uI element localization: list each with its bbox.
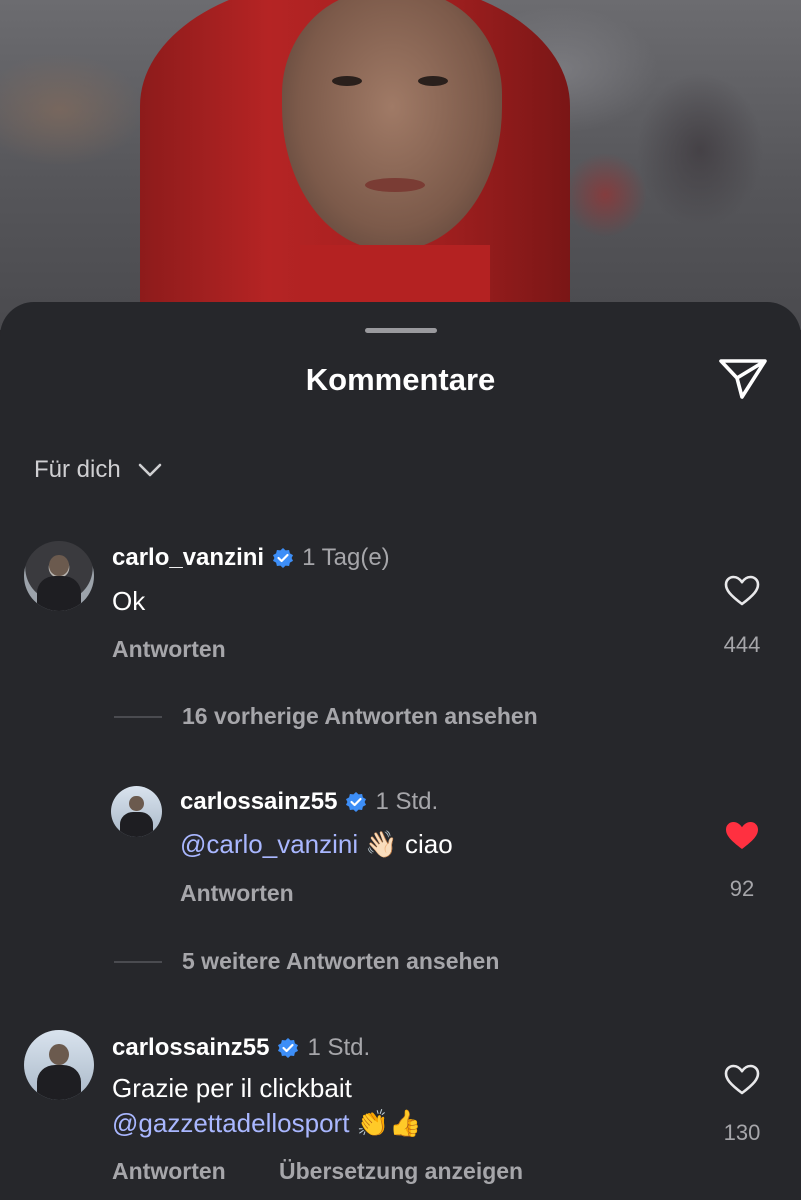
reply-button[interactable]: Antworten bbox=[180, 880, 294, 907]
sort-label: Für dich bbox=[34, 456, 121, 483]
mention-link[interactable]: @carlo_vanzini bbox=[180, 829, 358, 859]
sheet-drag-handle[interactable] bbox=[365, 328, 437, 333]
paper-plane-icon[interactable] bbox=[718, 357, 768, 401]
wave-emoji: 👋🏻 bbox=[365, 830, 398, 860]
view-more-replies[interactable]: 5 weitere Antworten ansehen bbox=[114, 948, 499, 975]
reply-button[interactable]: Antworten bbox=[112, 636, 226, 663]
comment-header: carlo_vanzini 1 Tag(e) bbox=[112, 544, 390, 572]
comment-time: 1 Tag(e) bbox=[302, 544, 390, 571]
avatar[interactable] bbox=[24, 541, 94, 611]
heart-icon-liked[interactable] bbox=[724, 820, 760, 852]
comment-header: carlossainz55 1 Std. bbox=[112, 1034, 370, 1062]
comment-text: Ok bbox=[112, 586, 146, 616]
comment-text-body: Grazie per il clickbait bbox=[112, 1073, 352, 1103]
username[interactable]: carlo_vanzini bbox=[112, 544, 264, 572]
username[interactable]: carlossainz55 bbox=[180, 788, 337, 816]
clap-thumbs-emoji: 👏👍 bbox=[356, 1109, 422, 1139]
comment-header: carlossainz55 1 Std. bbox=[180, 788, 438, 816]
verified-badge-icon bbox=[273, 548, 294, 568]
sheet-title: Kommentare bbox=[305, 362, 496, 397]
username[interactable]: carlossainz55 bbox=[112, 1034, 269, 1062]
translate-button[interactable]: Übersetzung anzeigen bbox=[279, 1158, 523, 1185]
verified-badge-icon bbox=[278, 1038, 299, 1058]
heart-icon[interactable] bbox=[724, 1064, 760, 1096]
like-count: 130 bbox=[723, 1120, 761, 1145]
sort-dropdown[interactable]: Für dich bbox=[34, 456, 163, 484]
comment-text-body: ciao bbox=[404, 829, 453, 859]
view-more-replies-label: 5 weitere Antworten ansehen bbox=[182, 948, 500, 974]
comments-sheet bbox=[0, 302, 801, 1200]
heart-icon[interactable] bbox=[724, 575, 760, 607]
avatar[interactable] bbox=[24, 1030, 94, 1100]
reply-button[interactable]: Antworten bbox=[112, 1158, 226, 1185]
avatar[interactable] bbox=[111, 786, 162, 837]
post-photo-background bbox=[0, 0, 801, 330]
mention-link[interactable]: @gazzettadellosport bbox=[112, 1108, 349, 1138]
like-count: 444 bbox=[723, 632, 761, 657]
view-previous-replies-label: 16 vorherige Antworten ansehen bbox=[182, 703, 538, 729]
comment-time: 1 Std. bbox=[307, 1034, 371, 1061]
comment-text: Grazie per il clickbait @gazzettadellosp… bbox=[112, 1071, 421, 1142]
comment-time: 1 Std. bbox=[375, 788, 439, 815]
like-count: 92 bbox=[729, 876, 755, 901]
comment-text: @carlo_vanzini 👋🏻 ciao bbox=[180, 827, 453, 863]
verified-badge-icon bbox=[346, 792, 367, 812]
chevron-down-icon bbox=[138, 463, 162, 477]
view-previous-replies[interactable]: 16 vorherige Antworten ansehen bbox=[114, 703, 538, 730]
